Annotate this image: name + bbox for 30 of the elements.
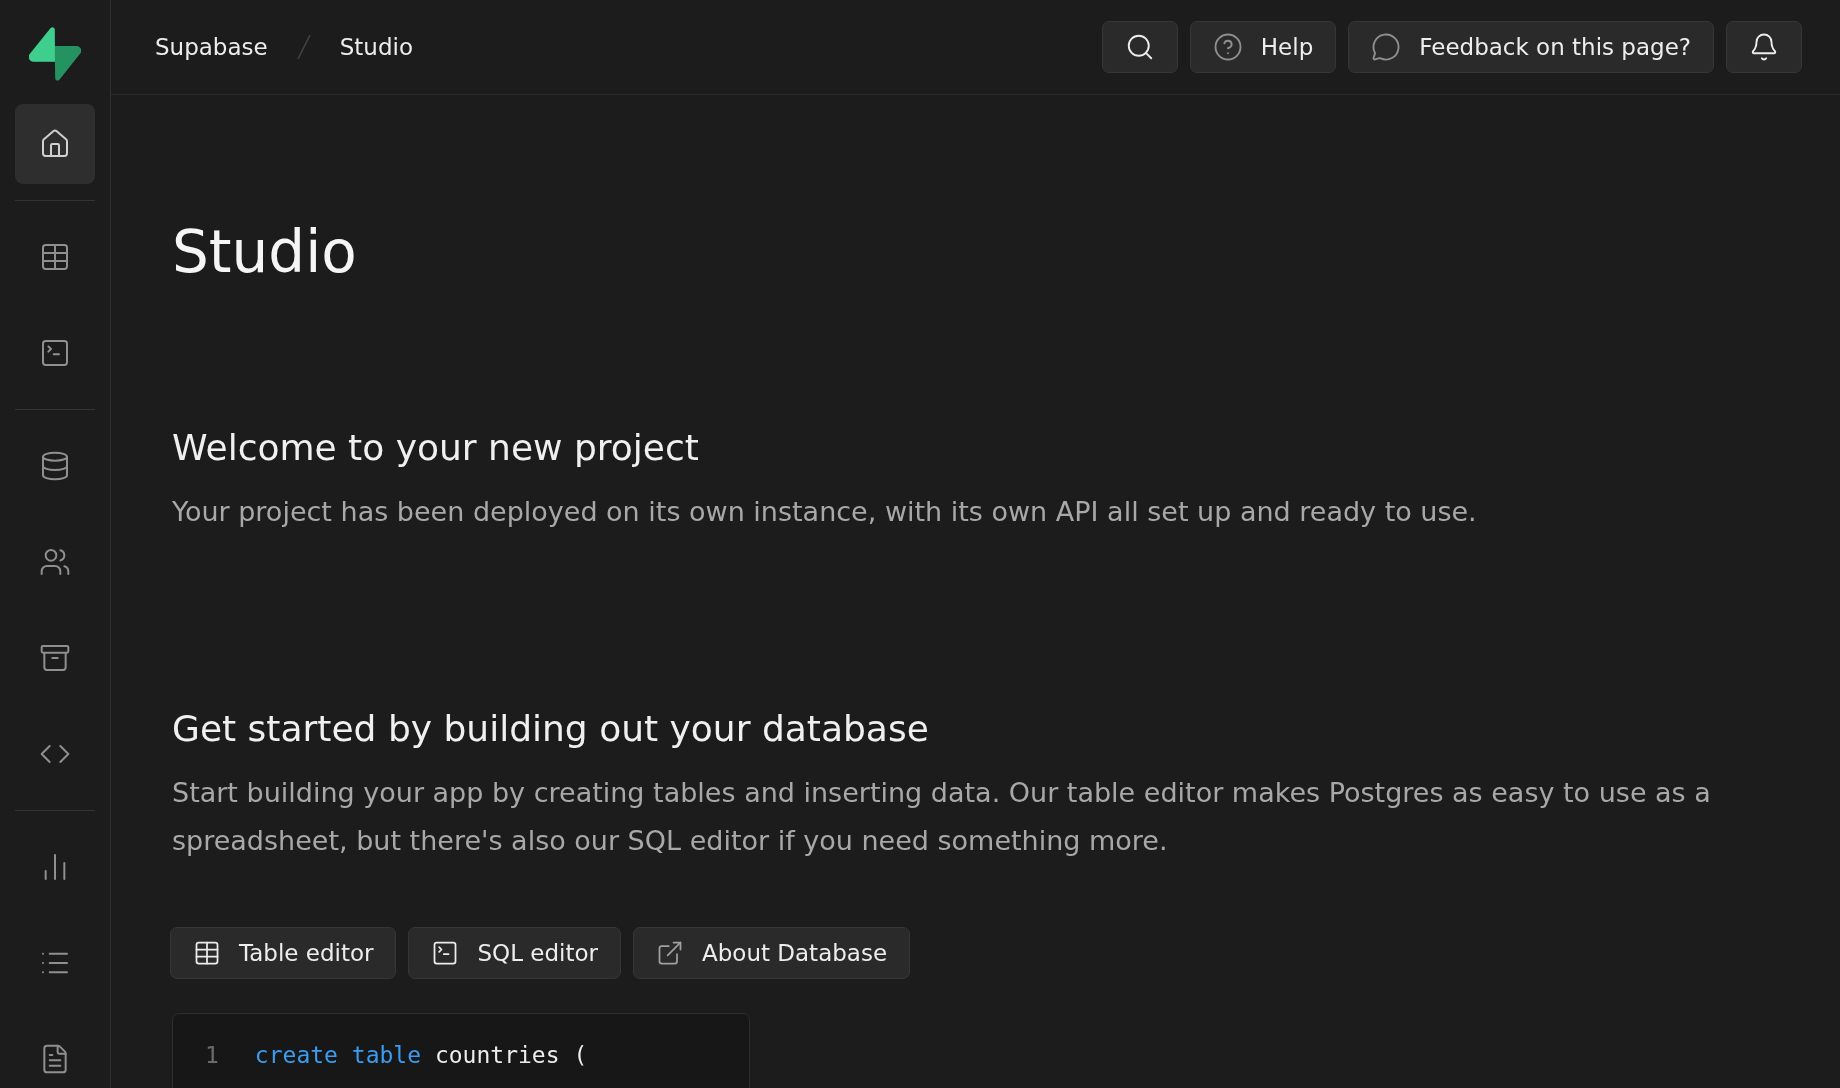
section-heading: Welcome to your new project [172, 427, 700, 468]
home-icon [39, 128, 71, 160]
section-heading: Get started by building out your database [172, 708, 930, 749]
table-icon [39, 241, 71, 273]
external-link-icon [656, 939, 684, 967]
sidebar-nav-button[interactable] [15, 104, 95, 184]
bell-icon [1749, 32, 1779, 62]
database-icon [39, 450, 71, 482]
help-icon [1212, 32, 1243, 62]
users-icon [39, 546, 71, 578]
search-button[interactable] [1101, 21, 1178, 73]
notifications-button[interactable] [1726, 21, 1802, 73]
line-number: 1 [205, 1042, 219, 1070]
chat-bubble-icon [1371, 32, 1402, 62]
logo-icon[interactable] [29, 26, 81, 82]
table-icon [193, 939, 221, 967]
section-description: Your project has been deployed on its own instance, with its own API all set up and ready to use. [172, 495, 1478, 529]
section-description: Start building your app by creating tables and inserting data. Our table editor makes Postgres as easy to use as a spreadsheet, but there's also our SQL editor if you need something more. [172, 776, 1712, 858]
archive-icon [39, 642, 71, 674]
breadcrumb-link[interactable]: Studio [339, 34, 413, 60]
breadcrumb-separator [295, 33, 312, 61]
about-database-link-button[interactable]: About Database [633, 927, 911, 979]
help-button[interactable]: Help [1189, 21, 1337, 73]
feedback-button[interactable]: Feedback on this page? [1348, 21, 1714, 73]
page-title: Studio [172, 223, 358, 281]
table-editor-button[interactable]: Table editor [170, 927, 397, 979]
sql-editor-button[interactable]: SQL editor [408, 927, 621, 979]
breadcrumb-link[interactable]: Supabase [155, 34, 268, 60]
terminal-icon [39, 337, 71, 369]
code-line: create table countries ( [254, 1042, 588, 1070]
